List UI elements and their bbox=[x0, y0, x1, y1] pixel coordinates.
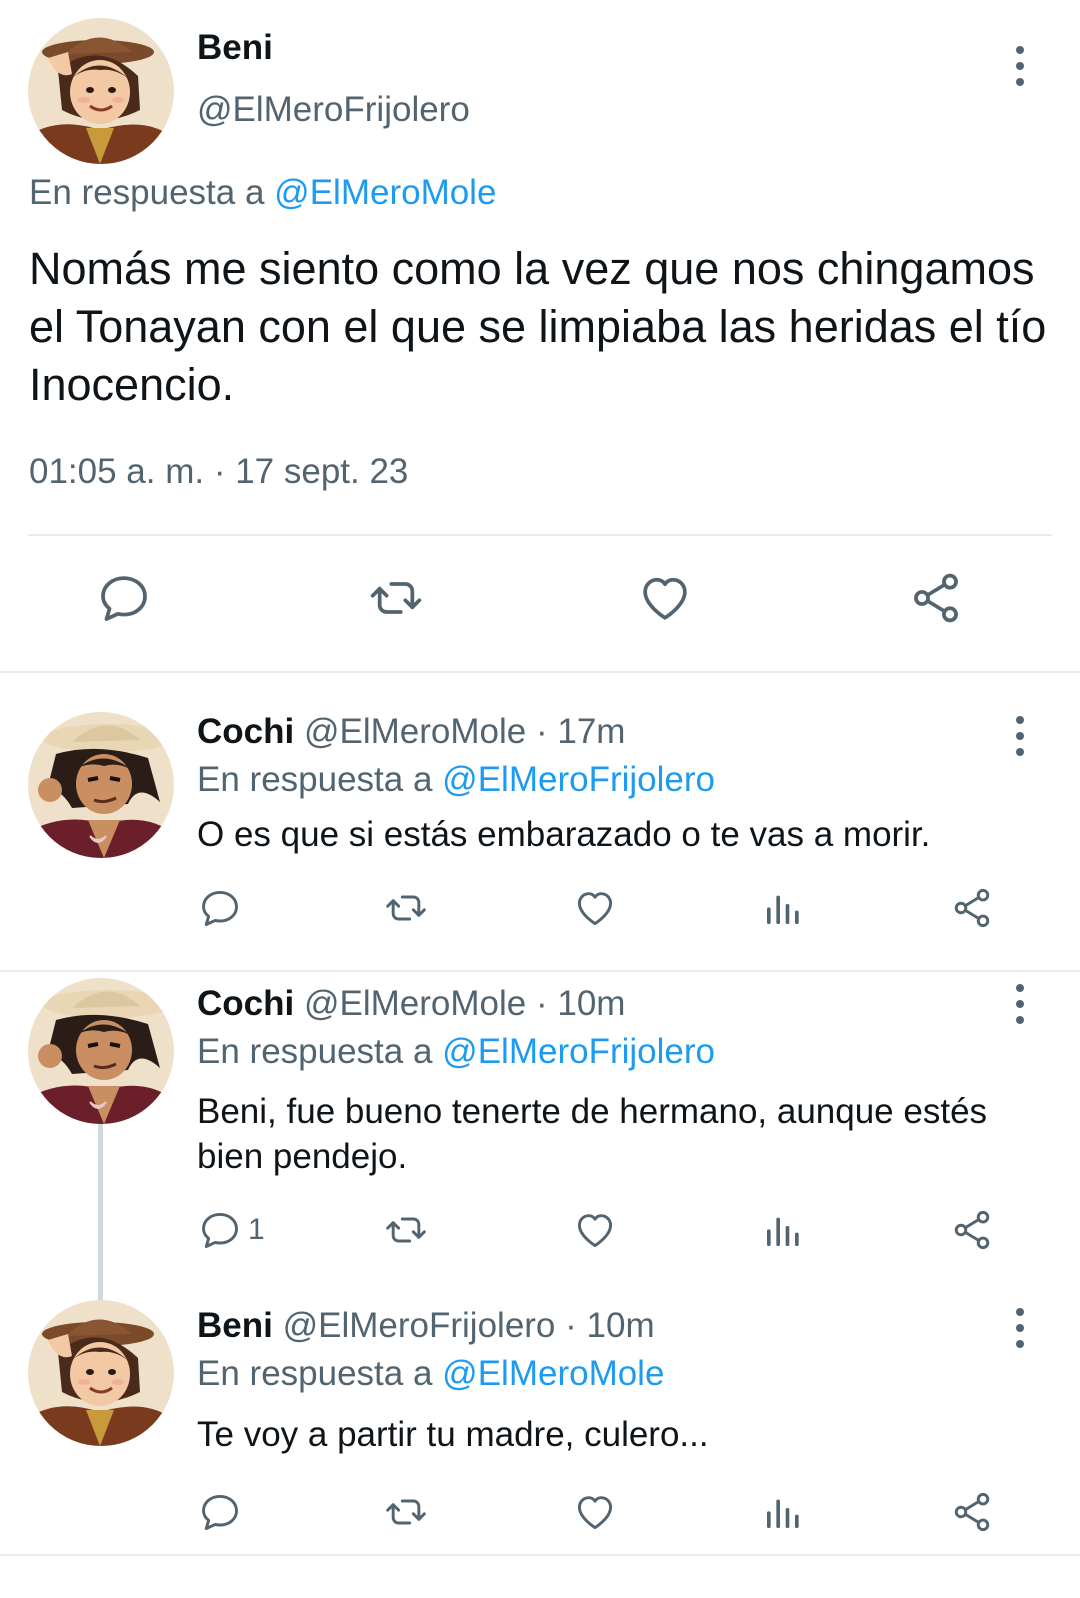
more-icon[interactable] bbox=[1013, 716, 1027, 756]
like-button[interactable] bbox=[572, 1208, 618, 1252]
replying-to: En respuesta a @ElMeroFrijolero bbox=[197, 1032, 715, 1072]
reply-icon bbox=[198, 886, 242, 930]
more-icon[interactable] bbox=[1013, 984, 1027, 1024]
views-icon bbox=[762, 1492, 802, 1534]
views-button[interactable] bbox=[762, 1492, 802, 1534]
tweet-text: Te voy a partir tu madre, culero... bbox=[197, 1415, 709, 1454]
views-icon bbox=[762, 888, 802, 930]
reply-button[interactable] bbox=[198, 886, 248, 930]
tweet-time[interactable]: · 10m bbox=[565, 1306, 654, 1345]
retweet-icon bbox=[382, 886, 430, 930]
like-icon bbox=[572, 886, 618, 930]
tweet-text: Nomás me siento como la vez que nos chin… bbox=[29, 243, 1047, 410]
replying-to-link[interactable]: @ElMeroMole bbox=[274, 173, 496, 212]
reply-tweet[interactable]: Beni @ElMeroFrijolero · 10m En respuesta… bbox=[0, 1294, 1080, 1598]
like-button[interactable] bbox=[636, 570, 694, 631]
retweet-icon bbox=[382, 1490, 430, 1534]
retweet-button[interactable] bbox=[366, 570, 426, 631]
replying-to: En respuesta a @ElMeroFrijolero bbox=[197, 760, 715, 800]
reply-tweet[interactable]: Cochi @ElMeroMole · 17m En respuesta a @… bbox=[0, 674, 1080, 970]
replying-prefix: En respuesta a bbox=[197, 1354, 433, 1393]
reply-button[interactable] bbox=[96, 570, 152, 631]
replying-to: En respuesta a @ElMeroMole bbox=[29, 173, 496, 213]
share-button[interactable] bbox=[950, 1208, 994, 1252]
reply-icon bbox=[198, 1490, 242, 1534]
replying-prefix: En respuesta a bbox=[197, 1032, 433, 1071]
share-icon bbox=[950, 886, 994, 930]
reply-header: Beni @ElMeroFrijolero · 10m bbox=[197, 1306, 655, 1346]
retweet-button[interactable] bbox=[382, 886, 430, 930]
reply-tweet[interactable]: Cochi @ElMeroMole · 10m En respuesta a @… bbox=[0, 972, 1080, 1292]
tweet-time[interactable]: · 17m bbox=[536, 712, 625, 751]
tweet-text: O es que si estás embarazado o te vas a … bbox=[197, 815, 931, 854]
author-name[interactable]: Cochi bbox=[197, 712, 294, 751]
tweet-text: Beni, fue bueno tenerte de hermano, aunq… bbox=[197, 1092, 988, 1176]
retweet-icon bbox=[382, 1208, 430, 1252]
share-button[interactable] bbox=[950, 886, 994, 930]
reply-icon bbox=[198, 1208, 242, 1252]
replying-prefix: En respuesta a bbox=[29, 173, 265, 212]
divider bbox=[0, 671, 1080, 673]
reply-header: Cochi @ElMeroMole · 17m bbox=[197, 712, 625, 752]
tweet-time[interactable]: · 10m bbox=[536, 984, 625, 1023]
reply-count: 1 bbox=[248, 1213, 265, 1246]
retweet-button[interactable] bbox=[382, 1208, 430, 1252]
views-icon bbox=[762, 1210, 802, 1252]
replying-to-link[interactable]: @ElMeroFrijolero bbox=[442, 1032, 715, 1071]
main-tweet: Beni @ElMeroFrijolero En respuesta a @El… bbox=[0, 0, 1080, 672]
replying-to: En respuesta a @ElMeroMole bbox=[197, 1354, 664, 1394]
author-handle[interactable]: @ElMeroMole bbox=[304, 712, 526, 751]
author-handle[interactable]: @ElMeroFrijolero bbox=[197, 90, 470, 130]
replying-to-link[interactable]: @ElMeroMole bbox=[442, 1354, 664, 1393]
more-icon[interactable] bbox=[1013, 1308, 1027, 1348]
avatar[interactable] bbox=[28, 712, 174, 858]
like-button[interactable] bbox=[572, 1490, 618, 1534]
tweet-timestamp[interactable]: 01:05 a. m. · 17 sept. 23 bbox=[29, 452, 408, 492]
reply-button[interactable]: 1 bbox=[198, 1208, 265, 1252]
divider bbox=[0, 1554, 1080, 1556]
retweet-button[interactable] bbox=[382, 1490, 430, 1534]
retweet-icon bbox=[366, 570, 426, 626]
replying-to-link[interactable]: @ElMeroFrijolero bbox=[442, 760, 715, 799]
share-button[interactable] bbox=[908, 570, 964, 631]
share-icon bbox=[950, 1490, 994, 1534]
avatar[interactable] bbox=[28, 1300, 174, 1446]
like-button[interactable] bbox=[572, 886, 618, 930]
author-name[interactable]: Cochi bbox=[197, 984, 294, 1023]
share-button[interactable] bbox=[950, 1490, 994, 1534]
like-icon bbox=[636, 570, 694, 626]
author-name[interactable]: Beni bbox=[197, 1306, 273, 1345]
views-button[interactable] bbox=[762, 1210, 802, 1252]
views-button[interactable] bbox=[762, 888, 802, 930]
avatar[interactable] bbox=[28, 978, 174, 1124]
like-icon bbox=[572, 1208, 618, 1252]
reply-icon bbox=[96, 570, 152, 626]
share-icon bbox=[950, 1208, 994, 1252]
avatar[interactable] bbox=[28, 18, 174, 164]
more-icon[interactable] bbox=[1013, 46, 1027, 86]
divider bbox=[28, 534, 1052, 536]
author-name[interactable]: Beni bbox=[197, 28, 273, 68]
author-handle[interactable]: @ElMeroFrijolero bbox=[283, 1306, 556, 1345]
like-icon bbox=[572, 1490, 618, 1534]
reply-header: Cochi @ElMeroMole · 10m bbox=[197, 984, 625, 1024]
share-icon bbox=[908, 570, 964, 626]
replying-prefix: En respuesta a bbox=[197, 760, 433, 799]
author-handle[interactable]: @ElMeroMole bbox=[304, 984, 526, 1023]
reply-button[interactable] bbox=[198, 1490, 248, 1534]
